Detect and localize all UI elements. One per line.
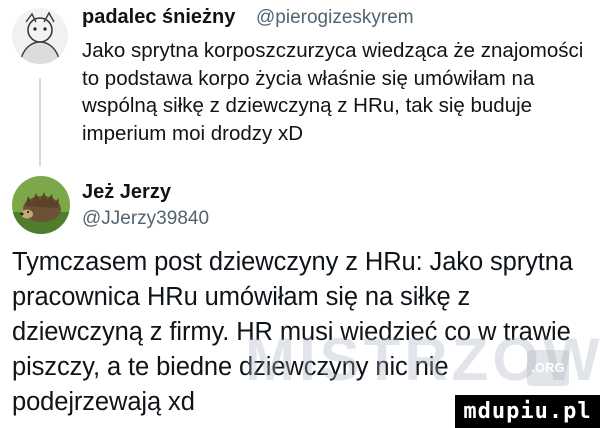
reply-author-handle[interactable]: @pierogizeskyrem (256, 7, 414, 29)
avatar-jez-jerzy[interactable] (12, 176, 70, 234)
post-author-name[interactable]: Jeż Jerzy (82, 181, 171, 204)
post-text: Tymczasem post dziewczyny z HRu: Jako sp… (12, 248, 573, 416)
reply-text: Jako sprytna korposzczurzyca wiedząca że… (82, 39, 584, 145)
reply-author-name[interactable]: padalec śnieżny (82, 6, 235, 29)
thread-line (39, 78, 41, 166)
sketch-avatar-icon (12, 8, 68, 64)
corner-badge: mdupiu.pl (455, 395, 600, 428)
avatar-padalec[interactable] (12, 8, 68, 64)
post-author-handle[interactable]: @JJerzy39840 (82, 208, 209, 230)
watermark-tld: .ORG (527, 350, 569, 386)
hedgehog-avatar-icon (12, 176, 70, 234)
